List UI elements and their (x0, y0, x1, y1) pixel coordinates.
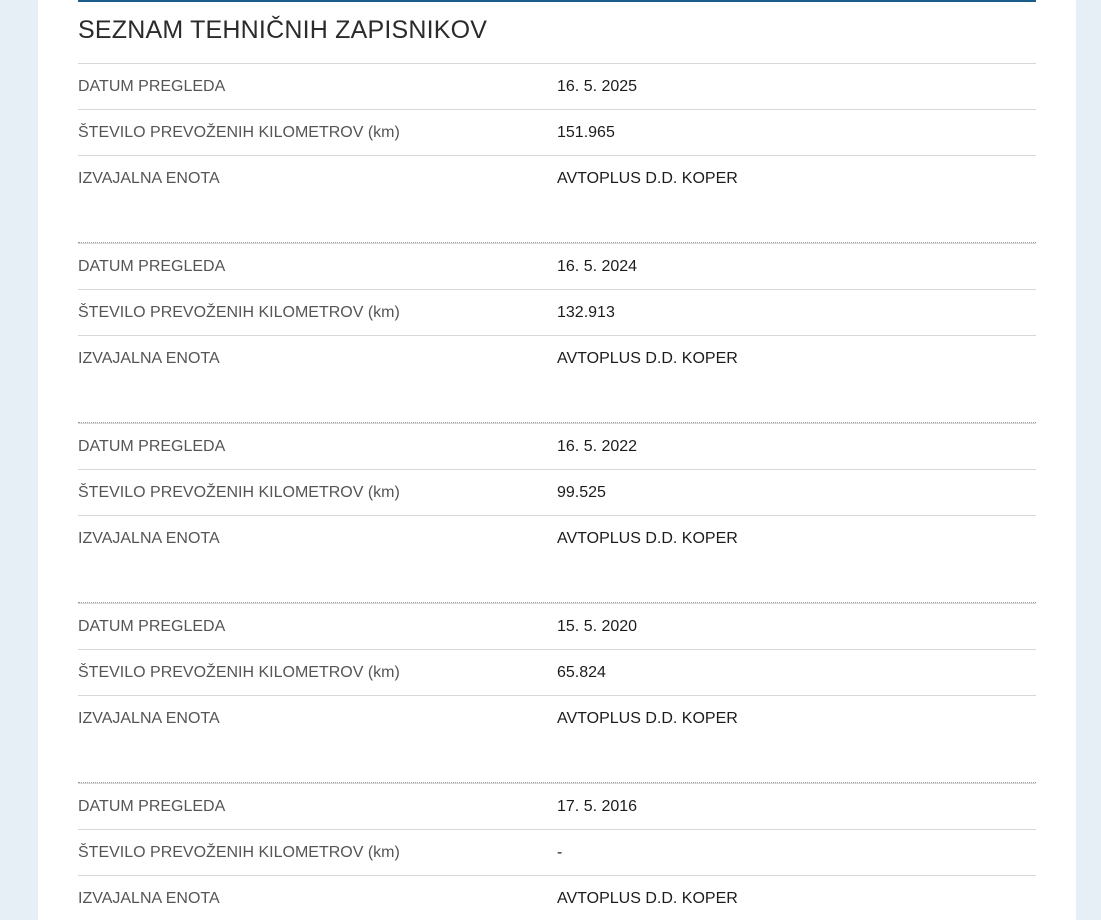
records-list: DATUM PREGLEDA 16. 5. 2025 ŠTEVILO PREVO… (78, 63, 1036, 920)
top-divider (78, 0, 1036, 2)
km-label: ŠTEVILO PREVOŽENIH KILOMETROV (km) (78, 484, 400, 501)
unit-value: AVTOPLUS D.D. KOPER (557, 350, 738, 367)
record-spacer (78, 741, 1036, 782)
date-value: 15. 5. 2020 (557, 618, 638, 635)
unit-label: IZVAJALNA ENOTA (78, 890, 220, 907)
km-value: 99.525 (557, 484, 606, 501)
date-value: 16. 5. 2024 (557, 258, 638, 275)
record-row-date: DATUM PREGLEDA 16. 5. 2024 (78, 243, 1036, 289)
km-label: ŠTEVILO PREVOŽENIH KILOMETROV (km) (78, 124, 400, 141)
date-label: DATUM PREGLEDA (78, 798, 226, 815)
km-label: ŠTEVILO PREVOŽENIH KILOMETROV (km) (78, 304, 400, 321)
unit-value: AVTOPLUS D.D. KOPER (557, 170, 738, 187)
unit-label: IZVAJALNA ENOTA (78, 350, 220, 367)
date-label: DATUM PREGLEDA (78, 78, 226, 95)
unit-value: AVTOPLUS D.D. KOPER (557, 530, 738, 547)
record-row-km: ŠTEVILO PREVOŽENIH KILOMETROV (km) 65.82… (78, 649, 1036, 695)
record-row-unit: IZVAJALNA ENOTA AVTOPLUS D.D. KOPER (78, 695, 1036, 741)
page-title: SEZNAM TEHNIČNIH ZAPISNIKOV (78, 16, 488, 44)
record-row-km: ŠTEVILO PREVOŽENIH KILOMETROV (km) 151.9… (78, 109, 1036, 155)
record-row-date: DATUM PREGLEDA 16. 5. 2022 (78, 423, 1036, 469)
date-label: DATUM PREGLEDA (78, 438, 226, 455)
record-row-unit: IZVAJALNA ENOTA AVTOPLUS D.D. KOPER (78, 335, 1036, 381)
date-label: DATUM PREGLEDA (78, 618, 226, 635)
record-row-date: DATUM PREGLEDA 17. 5. 2016 (78, 783, 1036, 829)
km-value: 132.913 (557, 304, 615, 321)
record-spacer (78, 561, 1036, 602)
unit-label: IZVAJALNA ENOTA (78, 710, 220, 727)
record-row-date: DATUM PREGLEDA 15. 5. 2020 (78, 603, 1036, 649)
record-row-unit: IZVAJALNA ENOTA AVTOPLUS D.D. KOPER (78, 875, 1036, 920)
km-label: ŠTEVILO PREVOŽENIH KILOMETROV (km) (78, 664, 400, 681)
km-value: 151.965 (557, 124, 615, 141)
date-value: 16. 5. 2025 (557, 78, 638, 95)
km-label: ŠTEVILO PREVOŽENIH KILOMETROV (km) (78, 844, 400, 861)
record-row-km: ŠTEVILO PREVOŽENIH KILOMETROV (km) - (78, 829, 1036, 875)
unit-label: IZVAJALNA ENOTA (78, 530, 220, 547)
unit-label: IZVAJALNA ENOTA (78, 170, 220, 187)
record-spacer (78, 381, 1036, 422)
unit-value: AVTOPLUS D.D. KOPER (557, 710, 738, 727)
unit-value: AVTOPLUS D.D. KOPER (557, 890, 738, 907)
date-value: 16. 5. 2022 (557, 438, 638, 455)
record: DATUM PREGLEDA 17. 5. 2016 ŠTEVILO PREVO… (78, 782, 1036, 920)
record: DATUM PREGLEDA 16. 5. 2024 ŠTEVILO PREVO… (78, 242, 1036, 422)
date-value: 17. 5. 2016 (557, 798, 638, 815)
record: DATUM PREGLEDA 15. 5. 2020 ŠTEVILO PREVO… (78, 602, 1036, 782)
record: DATUM PREGLEDA 16. 5. 2025 ŠTEVILO PREVO… (78, 63, 1036, 242)
km-value: - (557, 844, 563, 861)
record-spacer (78, 201, 1036, 242)
content-panel: SEZNAM TEHNIČNIH ZAPISNIKOV DATUM PREGLE… (38, 0, 1076, 920)
date-label: DATUM PREGLEDA (78, 258, 226, 275)
record: DATUM PREGLEDA 16. 5. 2022 ŠTEVILO PREVO… (78, 422, 1036, 602)
record-row-unit: IZVAJALNA ENOTA AVTOPLUS D.D. KOPER (78, 155, 1036, 201)
km-value: 65.824 (557, 664, 606, 681)
record-row-km: ŠTEVILO PREVOŽENIH KILOMETROV (km) 132.9… (78, 289, 1036, 335)
record-row-unit: IZVAJALNA ENOTA AVTOPLUS D.D. KOPER (78, 515, 1036, 561)
record-row-km: ŠTEVILO PREVOŽENIH KILOMETROV (km) 99.52… (78, 469, 1036, 515)
record-row-date: DATUM PREGLEDA 16. 5. 2025 (78, 63, 1036, 109)
